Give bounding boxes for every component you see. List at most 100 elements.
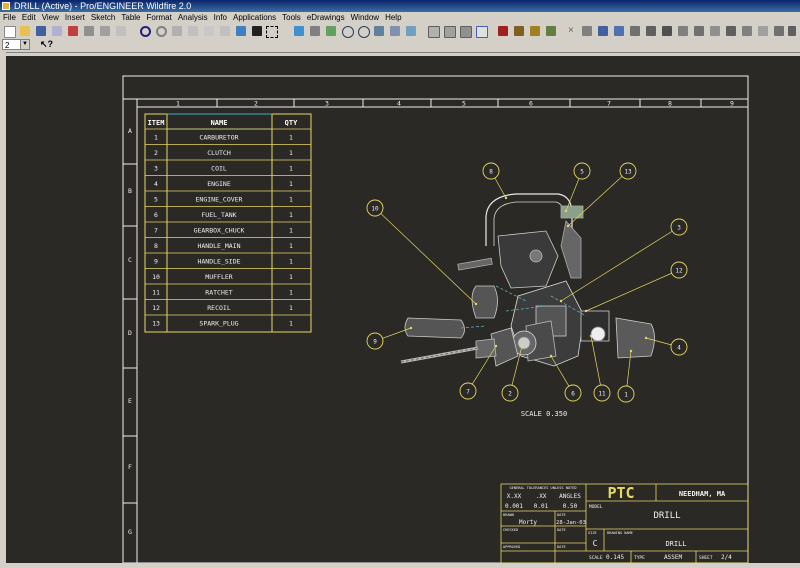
regenerate-icon[interactable] bbox=[236, 26, 246, 36]
spin-center-icon[interactable] bbox=[326, 26, 336, 36]
find-icon[interactable] bbox=[252, 26, 262, 36]
detail-icon[interactable] bbox=[582, 26, 592, 36]
bom-cell-name: FUEL_TANK bbox=[201, 211, 236, 219]
leader-dot bbox=[474, 302, 478, 306]
datum-axes-icon[interactable] bbox=[514, 26, 524, 36]
bom-header-item: ITEM bbox=[148, 119, 165, 127]
menu-format[interactable]: Format bbox=[144, 12, 175, 24]
balloon-number: 10 bbox=[371, 205, 379, 212]
menu-window[interactable]: Window bbox=[348, 12, 382, 24]
dimension-icon[interactable] bbox=[614, 26, 624, 36]
no-hidden-icon[interactable] bbox=[460, 26, 472, 38]
menu-edrawings[interactable]: eDrawings bbox=[304, 12, 348, 24]
table-icon[interactable] bbox=[646, 26, 656, 36]
leader-dot bbox=[629, 349, 633, 353]
model-value: DRILL bbox=[653, 511, 680, 521]
menu-insert[interactable]: Insert bbox=[62, 12, 88, 24]
tolerance-icon[interactable] bbox=[678, 26, 688, 36]
undo-icon[interactable] bbox=[140, 26, 151, 37]
window-titlebar[interactable]: DRILL (Active) - Pro/ENGINEER Wildfire 2… bbox=[0, 0, 800, 12]
drill-exploded-view bbox=[400, 193, 655, 367]
menu-analysis[interactable]: Analysis bbox=[175, 12, 211, 24]
grid-icon[interactable] bbox=[788, 26, 796, 36]
zoom-out-icon[interactable] bbox=[358, 26, 370, 38]
wireframe-icon[interactable] bbox=[428, 26, 440, 38]
save-icon[interactable] bbox=[36, 26, 46, 36]
surface-finish-icon[interactable] bbox=[694, 26, 704, 36]
menu-table[interactable]: Table bbox=[118, 12, 143, 24]
bom-header-qty: QTY bbox=[285, 119, 298, 127]
balloon-leader bbox=[567, 170, 629, 227]
shading-icon[interactable] bbox=[476, 26, 488, 38]
zone-row-label: B bbox=[128, 187, 132, 195]
menu-help[interactable]: Help bbox=[382, 12, 404, 24]
printer-icon[interactable] bbox=[84, 26, 94, 36]
redo-icon[interactable] bbox=[156, 26, 167, 37]
symbol-icon[interactable] bbox=[662, 26, 672, 36]
send-mail-icon[interactable] bbox=[100, 26, 110, 36]
bom-cell-name: HANDLE_MAIN bbox=[197, 242, 240, 250]
bom-cell-item: 9 bbox=[154, 258, 158, 266]
size-label: SIZE bbox=[588, 531, 597, 535]
drawing-canvas[interactable]: 123456789 ABCDEFG ITEM NAME QTY 1 CARBURE… bbox=[6, 56, 800, 564]
zoom-in-icon[interactable] bbox=[342, 26, 354, 38]
note-icon[interactable] bbox=[630, 26, 640, 36]
datum-planes-icon[interactable] bbox=[498, 26, 508, 36]
paste-special-icon[interactable] bbox=[220, 26, 230, 36]
repaint-icon[interactable] bbox=[294, 26, 304, 36]
view-manager-icon[interactable] bbox=[390, 26, 400, 36]
refit-icon[interactable] bbox=[374, 26, 384, 36]
snap-icon[interactable] bbox=[774, 26, 784, 36]
menu-edit[interactable]: Edit bbox=[19, 12, 39, 24]
grip-shape bbox=[560, 220, 582, 279]
select-box-icon[interactable] bbox=[266, 26, 278, 38]
leader-dot bbox=[559, 299, 563, 303]
chevron-down-icon[interactable]: ▼ bbox=[20, 40, 29, 49]
bom-cell-name: ENGINE bbox=[207, 180, 231, 188]
carburetor-shape bbox=[615, 317, 655, 359]
menu-view[interactable]: View bbox=[39, 12, 62, 24]
menu-info[interactable]: Info bbox=[211, 12, 230, 24]
layers-icon[interactable] bbox=[406, 26, 416, 36]
balloon-number: 11 bbox=[598, 390, 606, 397]
bom-cell-item: 3 bbox=[154, 165, 158, 173]
close-icon[interactable]: × bbox=[568, 26, 578, 36]
orient-icon[interactable] bbox=[310, 26, 320, 36]
save-copy-icon[interactable] bbox=[52, 26, 62, 36]
context-help-icon[interactable]: ↖? bbox=[40, 39, 53, 50]
hidden-line-icon[interactable] bbox=[444, 26, 456, 38]
show-erase-icon[interactable] bbox=[598, 26, 608, 36]
bom-cell-qty: 1 bbox=[289, 320, 293, 328]
date-value: 28-Jan-03 bbox=[556, 520, 586, 526]
open-folder-icon[interactable] bbox=[20, 26, 30, 36]
balloon-number: 2 bbox=[508, 390, 512, 397]
bom-cell-name: HANDLE_SIDE bbox=[197, 258, 240, 266]
paste-icon[interactable] bbox=[204, 26, 214, 36]
coordinate-systems-icon[interactable] bbox=[546, 26, 556, 36]
bom-cell-item: 13 bbox=[152, 320, 160, 328]
bom-cell-item: 12 bbox=[152, 304, 160, 312]
leader-dot bbox=[549, 354, 553, 358]
copy-icon[interactable] bbox=[188, 26, 198, 36]
new-file-icon[interactable] bbox=[4, 26, 16, 38]
balloon-icon[interactable] bbox=[726, 26, 736, 36]
menu-tools[interactable]: Tools bbox=[279, 12, 304, 24]
leader-dot bbox=[564, 209, 568, 213]
sheet-label: SHEET bbox=[699, 555, 713, 561]
email-icon[interactable] bbox=[116, 26, 126, 36]
menu-applications[interactable]: Applications bbox=[230, 12, 279, 24]
bom-cell-name: ENGINE_COVER bbox=[196, 196, 243, 204]
menu-sketch[interactable]: Sketch bbox=[88, 12, 118, 24]
sheet-selector[interactable]: 2 ▼ bbox=[2, 39, 30, 50]
menu-file[interactable]: File bbox=[0, 12, 19, 24]
datum-points-icon[interactable] bbox=[530, 26, 540, 36]
bom-cell-name: COIL bbox=[211, 165, 227, 173]
cut-icon[interactable] bbox=[172, 26, 182, 36]
drawing-sheet[interactable]: 123456789 ABCDEFG ITEM NAME QTY 1 CARBURE… bbox=[6, 56, 800, 564]
bom-cell-item: 6 bbox=[154, 211, 158, 219]
leader-dot bbox=[409, 326, 413, 330]
print-icon[interactable] bbox=[68, 26, 78, 36]
arc-icon[interactable] bbox=[758, 26, 768, 36]
line-icon[interactable] bbox=[742, 26, 752, 36]
view-icon[interactable] bbox=[710, 26, 720, 36]
